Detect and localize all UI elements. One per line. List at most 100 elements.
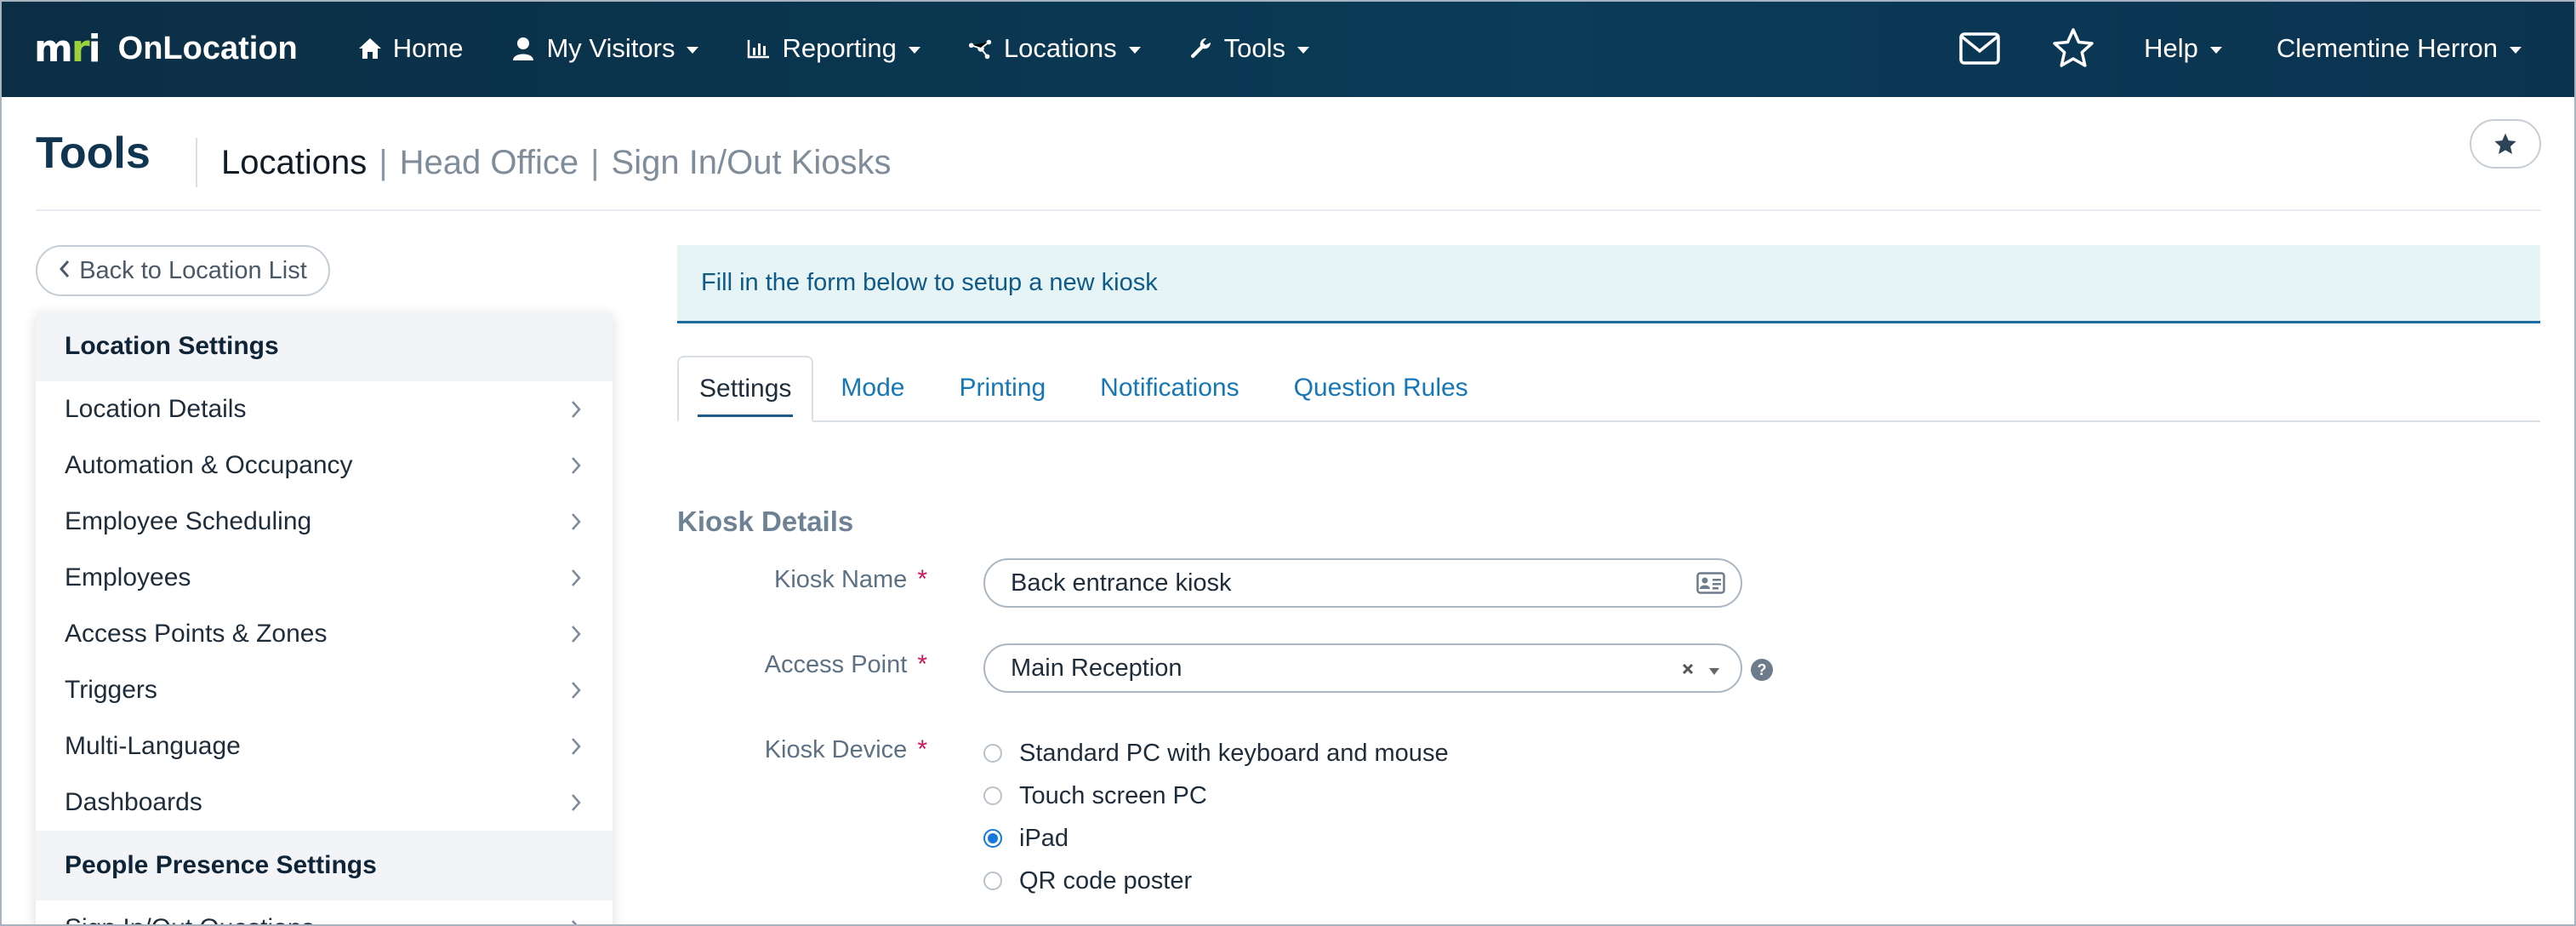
sidebar-section-people-presence: People Presence Settings <box>36 831 613 900</box>
required-marker: * <box>917 565 927 593</box>
radio-option-standard-pc[interactable]: Standard PC with keyboard and mouse <box>983 736 1449 770</box>
access-point-label-text: Access Point <box>764 651 908 678</box>
radio-button[interactable] <box>983 744 1002 763</box>
tab-settings[interactable]: Settings <box>677 356 814 422</box>
home-icon <box>357 36 383 61</box>
sidebar: Location Settings Location Details Autom… <box>36 312 613 926</box>
envelope-icon[interactable] <box>1957 26 2003 71</box>
chevron-right-icon <box>567 512 585 531</box>
breadcrumb-item-head-office[interactable]: Head Office <box>400 144 579 182</box>
tab-notifications[interactable]: Notifications <box>1080 356 1259 420</box>
sidebar-item-label: Employees <box>65 563 191 592</box>
nav-locations[interactable]: Locations <box>968 0 1141 97</box>
breadcrumb-current[interactable]: Locations <box>221 144 367 182</box>
access-point-value: Main Reception <box>1011 654 1183 682</box>
sidebar-item-multi-language[interactable]: Multi-Language <box>36 718 613 775</box>
chevron-down-icon <box>2510 47 2522 54</box>
sidebar-item-label: Automation & Occupancy <box>65 451 353 479</box>
sidebar-item-location-details[interactable]: Location Details <box>36 381 613 437</box>
sidebar-item-employees[interactable]: Employees <box>36 550 613 606</box>
kiosk-name-label-text: Kiosk Name <box>773 566 908 593</box>
sidebar-item-access-points-zones[interactable]: Access Points & Zones <box>36 606 613 662</box>
required-marker: * <box>917 650 927 678</box>
help-icon[interactable]: ? <box>1751 659 1773 681</box>
kiosk-name-input[interactable]: Back entrance kiosk <box>983 558 1742 608</box>
select-controls <box>1681 645 1720 691</box>
chevron-right-icon <box>567 737 585 756</box>
access-point-label: Access Point * <box>638 650 927 679</box>
section-title-kiosk-details: Kiosk Details <box>677 506 854 537</box>
sidebar-section-location-settings: Location Settings <box>36 312 613 381</box>
radio-option-touch-screen-pc[interactable]: Touch screen PC <box>983 779 1207 813</box>
kiosk-device-label-text: Kiosk Device <box>764 736 908 763</box>
page-header: Tools Locations | Head Office | Sign In/… <box>36 119 2541 211</box>
tab-mode[interactable]: Mode <box>820 356 925 420</box>
breadcrumb-separator: | <box>590 143 600 181</box>
chevron-left-icon <box>59 257 71 285</box>
sidebar-item-label: Access Points & Zones <box>65 620 328 648</box>
chevron-down-icon <box>2209 47 2222 54</box>
brand[interactable]: mri OnLocation <box>34 27 298 71</box>
sidebar-item-label: Location Details <box>65 395 247 423</box>
kiosk-name-value: Back entrance kiosk <box>1011 569 1232 597</box>
nav-tools-label: Tools <box>1223 33 1285 63</box>
tab-printing[interactable]: Printing <box>938 356 1066 420</box>
sidebar-item-automation-occupancy[interactable]: Automation & Occupancy <box>36 437 613 494</box>
sidebar-item-label: Dashboards <box>65 788 202 816</box>
sidebar-item-dashboards[interactable]: Dashboards <box>36 775 613 831</box>
radio-button[interactable] <box>983 872 1002 890</box>
required-marker: * <box>917 735 927 763</box>
breadcrumb-item-kiosks[interactable]: Sign In/Out Kiosks <box>612 144 892 182</box>
star-outline-icon[interactable] <box>2050 26 2096 71</box>
chevron-right-icon <box>567 919 585 926</box>
breadcrumb-separator: | <box>379 143 388 181</box>
star-solid-icon <box>2494 133 2516 154</box>
radio-button[interactable] <box>983 786 1002 805</box>
kiosk-name-label: Kiosk Name * <box>638 565 927 594</box>
chevron-down-icon <box>908 47 920 54</box>
id-card-icon <box>1696 572 1725 594</box>
nav-reporting[interactable]: Reporting <box>746 0 920 97</box>
info-alert: Fill in the form below to setup a new ki… <box>677 245 2540 323</box>
nav-user-label: Clementine Herron <box>2276 33 2498 63</box>
sidebar-item-label: Employee Scheduling <box>65 507 312 535</box>
sidebar-item-label: Multi-Language <box>65 732 241 760</box>
sidebar-item-sign-in-out-questions[interactable]: Sign In/Out Questions <box>36 900 613 926</box>
tab-bar: Settings Mode Printing Notifications Que… <box>677 356 2540 422</box>
user-icon <box>510 36 536 61</box>
nav-locations-label: Locations <box>1003 33 1117 63</box>
navbar-right: Help Clementine Herron <box>1957 0 2576 97</box>
chevron-down-icon[interactable] <box>1708 654 1720 683</box>
chevron-right-icon <box>567 569 585 587</box>
sidebar-item-employee-scheduling[interactable]: Employee Scheduling <box>36 494 613 550</box>
top-navbar: mri OnLocation Home My Visitors Reportin… <box>0 0 2576 97</box>
radio-label: iPad <box>1019 824 1069 852</box>
radio-label: Standard PC with keyboard and mouse <box>1019 739 1449 767</box>
chevron-right-icon <box>567 793 585 812</box>
radio-option-qr-code-poster[interactable]: QR code poster <box>983 864 1192 898</box>
nav-home[interactable]: Home <box>357 0 463 97</box>
favorite-button[interactable] <box>2470 119 2541 169</box>
nav-my-visitors[interactable]: My Visitors <box>510 0 699 97</box>
clear-icon[interactable] <box>1681 654 1695 683</box>
brand-name: OnLocation <box>117 30 298 66</box>
tab-question-rules[interactable]: Question Rules <box>1274 356 1489 420</box>
nav-user-menu[interactable]: Clementine Herron <box>2277 0 2522 97</box>
nav-my-visitors-label: My Visitors <box>546 33 675 63</box>
chevron-right-icon <box>567 456 585 475</box>
chevron-down-icon <box>687 47 699 54</box>
chevron-down-icon <box>1128 47 1141 54</box>
chevron-down-icon <box>1297 47 1309 54</box>
chevron-right-icon <box>567 400 585 419</box>
brand-logo: mri <box>34 26 101 71</box>
nav-tools[interactable]: Tools <box>1188 0 1309 97</box>
nav-help[interactable]: Help <box>2144 0 2222 97</box>
access-point-select[interactable]: Main Reception <box>983 643 1742 693</box>
radio-option-ipad[interactable]: iPad <box>983 821 1069 855</box>
radio-button-selected[interactable] <box>983 829 1002 848</box>
back-to-location-list-button[interactable]: Back to Location List <box>36 245 330 296</box>
back-button-label: Back to Location List <box>79 256 307 284</box>
nav-reporting-label: Reporting <box>782 33 897 63</box>
sidebar-item-triggers[interactable]: Triggers <box>36 662 613 718</box>
kiosk-device-label: Kiosk Device * <box>638 735 927 764</box>
